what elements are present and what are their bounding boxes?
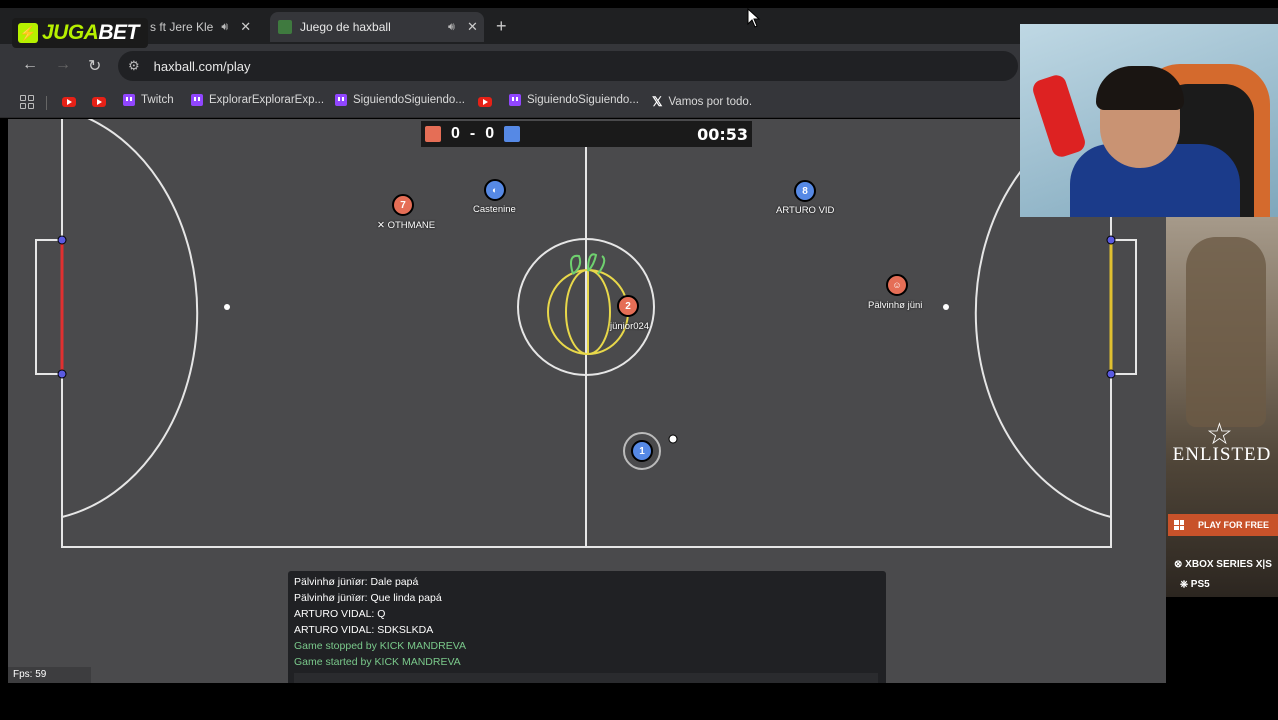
twitch-icon: [335, 94, 347, 106]
bookmark-siguiendo-2[interactable]: SiguiendoSiguiendo...: [509, 94, 639, 106]
haxball-game-canvas[interactable]: 0 - 0 00:53 7 ✕ OTHMANE ◐ Castenine 8 AR…: [8, 119, 1166, 683]
tab-music[interactable]: s ft Jere Kle 🔊︎ ✕: [150, 12, 262, 42]
ball: [668, 434, 678, 444]
webcam-overlay: [1020, 24, 1278, 217]
speaker-icon[interactable]: 🔊︎: [221, 21, 228, 34]
bookmark-youtube-2[interactable]: [92, 97, 106, 107]
fps-counter: Fps: 59: [8, 667, 91, 683]
penalty-mark: [224, 304, 230, 310]
player-name: ARTURO VID: [776, 205, 835, 216]
chat-message: ARTURO VIDAL: SDKSLKDA: [294, 624, 434, 636]
chat-panel: Pälvinhø jünïør: Dale papá Pälvinhø jünï…: [288, 571, 886, 683]
score-blue: 0: [485, 125, 495, 142]
play-for-free-button[interactable]: PLAY FOR FREE: [1168, 514, 1278, 536]
youtube-icon: [92, 97, 106, 107]
bookmark-youtube-3[interactable]: [478, 97, 492, 107]
youtube-icon: [478, 97, 492, 107]
youtube-icon: [62, 97, 76, 107]
scoreboard: 0 - 0 00:53: [421, 121, 752, 147]
cta-label: PLAY FOR FREE: [1198, 520, 1270, 530]
divider: [46, 96, 47, 110]
chat-input[interactable]: [294, 673, 878, 683]
player-red-2: 2: [617, 295, 639, 317]
player-blue-8: 8: [794, 180, 816, 202]
red-team-square: [425, 126, 441, 142]
address-url: haxball.com/play: [153, 58, 251, 74]
left-penalty-arc: [61, 119, 199, 518]
chat-log: Pälvinhø jünïør: Dale papá Pälvinhø jünï…: [288, 574, 466, 670]
score-red: 0: [451, 125, 460, 142]
close-icon[interactable]: ✕: [467, 19, 478, 35]
bookmark-youtube-1[interactable]: [62, 97, 76, 107]
chat-message: ARTURO VIDAL: Q: [294, 608, 386, 620]
microphone-icon: [1030, 72, 1088, 160]
player-red-palvinho: ☺: [886, 274, 908, 296]
center-logo: [547, 269, 629, 355]
right-goal-net: [1111, 239, 1137, 375]
player-blue-castenine: ◐: [484, 179, 506, 201]
bookmark-label: SiguiendoSiguiendo...: [527, 94, 639, 106]
bookmark-label: SiguiendoSiguiendo...: [353, 94, 465, 106]
player-red-7: 7: [392, 194, 414, 216]
reload-icon[interactable]: ↻: [88, 56, 101, 76]
goal-post: [1106, 235, 1116, 245]
player-name: ✕ OTHMANE: [377, 220, 436, 231]
speaker-icon[interactable]: 🔊︎: [448, 21, 455, 34]
goal-post: [1106, 369, 1116, 379]
player-name: Pälvinhø jüni: [868, 300, 923, 311]
chat-system-message: Game stopped by KICK MANDREVA: [294, 640, 466, 652]
bookmark-label: Vamos por todo.: [668, 96, 753, 108]
xbox-platform: ⊗ XBOX SERIES X|S: [1174, 559, 1272, 570]
twitch-icon: [123, 94, 135, 106]
enlisted-ad[interactable]: ☆ ENLISTED PLAY FOR FREE ⊗ XBOX SERIES X…: [1166, 217, 1278, 597]
ps5-platform: ⎈ PS5: [1180, 579, 1210, 590]
bookmark-x[interactable]: 𝕏 Vamos por todo.: [652, 94, 752, 110]
left-goal-net: [35, 239, 62, 375]
site-settings-icon[interactable]: ⚙: [128, 58, 140, 74]
bookmark-label: ExplorarExplorarExp...: [209, 94, 325, 106]
close-icon[interactable]: ✕: [240, 19, 251, 35]
forward-arrow-icon[interactable]: →: [55, 56, 71, 74]
address-bar[interactable]: ⚙ haxball.com/play: [118, 51, 1018, 81]
windows-icon: [1174, 520, 1184, 530]
penalty-mark: [943, 304, 949, 310]
match-timer: 00:53: [697, 124, 748, 144]
bookmark-label: Twitch: [141, 94, 174, 106]
new-tab-button[interactable]: +: [496, 16, 507, 37]
screen: s ft Jere Kle 🔊︎ ✕ Juego de haxball 🔊︎ ✕…: [0, 0, 1278, 720]
player-name: jünior024: [610, 321, 650, 332]
x-logo-icon: 𝕏: [652, 94, 663, 109]
tab-haxball[interactable]: Juego de haxball 🔊︎ ✕: [270, 12, 484, 42]
jugabet-logo: ⚡ JUGABET: [12, 18, 148, 48]
goal-post: [57, 235, 67, 245]
apps-grid-icon[interactable]: [20, 95, 34, 109]
ad-brand: ENLISTED: [1172, 444, 1272, 465]
bookmark-twitch[interactable]: Twitch: [123, 94, 174, 106]
chat-message: Pälvinhø jünïør: Dale papá: [294, 576, 419, 588]
twitch-icon: [191, 94, 203, 106]
chat-message: Pälvinhø jünïør: Que linda papá: [294, 592, 442, 604]
player-name: Castenine: [473, 204, 516, 215]
score-separator: -: [469, 125, 476, 142]
haxball-favicon-icon: [278, 20, 292, 34]
goal-post: [57, 369, 67, 379]
twitch-icon: [509, 94, 521, 106]
tab-label: s ft Jere Kle: [150, 20, 214, 34]
soldier-illustration: [1186, 237, 1266, 427]
tab-label: Juego de haxball: [300, 20, 391, 34]
bookmark-explorar[interactable]: ExplorarExplorarExp...: [191, 94, 324, 106]
bookmark-siguiendo-1[interactable]: SiguiendoSiguiendo...: [335, 94, 465, 106]
bolt-icon: ⚡: [18, 23, 38, 43]
player-blue-1: 1: [631, 440, 653, 462]
back-arrow-icon[interactable]: ←: [22, 56, 38, 74]
chat-system-message: Game started by KICK MANDREVA: [294, 656, 461, 668]
logo-text: JUGABET: [42, 21, 139, 44]
blue-team-square: [504, 126, 521, 142]
